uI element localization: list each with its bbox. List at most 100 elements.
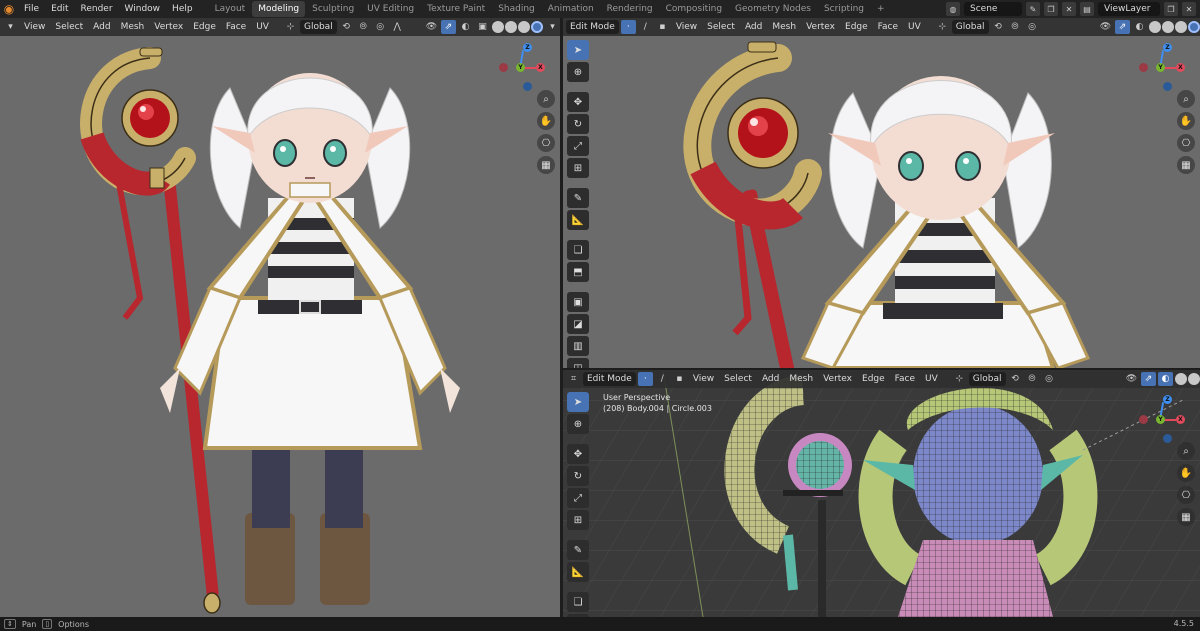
- select-box-tool-icon[interactable]: ➤: [567, 40, 589, 60]
- overlay-icon[interactable]: ◐: [1158, 372, 1173, 386]
- gizmo-toggle-icon[interactable]: ⇗: [1115, 20, 1130, 34]
- menu-mesh[interactable]: Mesh: [117, 20, 149, 34]
- menu-face[interactable]: Face: [874, 20, 902, 34]
- measure-tool-icon[interactable]: 📐: [567, 562, 589, 582]
- tab-uv-editing[interactable]: UV Editing: [361, 1, 420, 17]
- viewport-left[interactable]: ▾ View Select Add Mesh Vertex Edge Face …: [0, 18, 560, 617]
- rendered-shading-icon[interactable]: [531, 21, 543, 33]
- gizmo-x-axis[interactable]: X: [536, 63, 545, 72]
- edge-select-icon[interactable]: /: [638, 20, 653, 34]
- select-box-tool-icon[interactable]: ➤: [567, 392, 589, 412]
- menu-select[interactable]: Select: [703, 20, 739, 34]
- pan-hand-icon[interactable]: ✋: [537, 112, 555, 130]
- solid-shading-icon[interactable]: [1162, 21, 1174, 33]
- wireframe-shading-icon[interactable]: [492, 21, 504, 33]
- rendered-shading-icon[interactable]: [1188, 21, 1200, 33]
- menu-edge[interactable]: Edge: [841, 20, 872, 34]
- menu-add[interactable]: Add: [741, 20, 766, 34]
- tab-modeling[interactable]: Modeling: [252, 1, 306, 17]
- tab-rendering[interactable]: Rendering: [601, 1, 659, 17]
- knife-tool-icon[interactable]: ◫: [567, 358, 589, 368]
- gizmo-neg-z[interactable]: [1163, 434, 1172, 443]
- visibility-icon[interactable]: 👁: [424, 20, 439, 34]
- add-workspace-button[interactable]: +: [871, 1, 891, 17]
- move-tool-icon[interactable]: ✥: [567, 444, 589, 464]
- gizmo-neg-x[interactable]: [499, 63, 508, 72]
- scale-tool-icon[interactable]: ⤢: [567, 488, 589, 508]
- edge-select-icon[interactable]: /: [655, 372, 670, 386]
- loop-cut-tool-icon[interactable]: ▥: [567, 336, 589, 356]
- pan-hand-icon[interactable]: ✋: [1177, 464, 1195, 482]
- gizmo-z-axis[interactable]: Z: [523, 43, 532, 52]
- add-cube-tool-icon[interactable]: ❏: [567, 240, 589, 260]
- proportional-edit-icon[interactable]: ◎: [373, 20, 388, 34]
- zoom-icon[interactable]: ⌕: [1177, 90, 1195, 108]
- proportional-edit-icon[interactable]: ◎: [1025, 20, 1040, 34]
- ortho-grid-icon[interactable]: ▦: [1177, 156, 1195, 174]
- tab-compositing[interactable]: Compositing: [660, 1, 728, 17]
- tab-shading[interactable]: Shading: [492, 1, 541, 17]
- extrude-tool-icon[interactable]: ⬒: [567, 614, 589, 617]
- solid-shading-icon[interactable]: [1188, 373, 1200, 385]
- pivot-icon[interactable]: ⟲: [991, 20, 1006, 34]
- transform-tool-icon[interactable]: ⊞: [567, 510, 589, 530]
- gizmo-z-axis[interactable]: Z: [1163, 395, 1172, 404]
- view-layer-selector[interactable]: ViewLayer: [1098, 2, 1160, 16]
- tab-geometry-nodes[interactable]: Geometry Nodes: [729, 1, 817, 17]
- gizmo-toggle-icon[interactable]: ⇗: [1141, 372, 1156, 386]
- scale-tool-icon[interactable]: ⤢: [567, 136, 589, 156]
- bevel-tool-icon[interactable]: ◪: [567, 314, 589, 334]
- rotate-tool-icon[interactable]: ↻: [567, 114, 589, 134]
- xray-icon[interactable]: ▣: [475, 20, 490, 34]
- gizmo-z-axis[interactable]: Z: [1163, 43, 1172, 52]
- add-cube-tool-icon[interactable]: ❏: [567, 592, 589, 612]
- menu-view[interactable]: View: [672, 20, 701, 34]
- mode-dropdown[interactable]: Edit Mode: [583, 372, 636, 386]
- menu-vertex[interactable]: Vertex: [150, 20, 187, 34]
- menu-mesh[interactable]: Mesh: [768, 20, 800, 34]
- menu-uv[interactable]: UV: [904, 20, 925, 34]
- proportional-edit-icon[interactable]: ◎: [1042, 372, 1057, 386]
- menu-edge[interactable]: Edge: [858, 372, 889, 386]
- navigation-gizmo[interactable]: Y X Z: [1138, 40, 1194, 96]
- inset-tool-icon[interactable]: ▣: [567, 292, 589, 312]
- tab-texture-paint[interactable]: Texture Paint: [421, 1, 491, 17]
- gizmo-toggle-icon[interactable]: ⇗: [441, 20, 456, 34]
- face-select-icon[interactable]: ▪: [655, 20, 670, 34]
- gizmo-neg-z[interactable]: [1163, 82, 1172, 91]
- visibility-icon[interactable]: 👁: [1098, 20, 1113, 34]
- orientation-dropdown[interactable]: Global: [968, 372, 1006, 386]
- overlay-icon[interactable]: ◐: [458, 20, 473, 34]
- camera-icon[interactable]: ⎔: [1177, 134, 1195, 152]
- menu-edit[interactable]: Edit: [45, 0, 74, 18]
- material-shading-icon[interactable]: [1175, 21, 1187, 33]
- menu-edge[interactable]: Edge: [189, 20, 220, 34]
- zoom-icon[interactable]: ⌕: [537, 90, 555, 108]
- menu-vertex[interactable]: Vertex: [819, 372, 856, 386]
- extrude-tool-icon[interactable]: ⬒: [567, 262, 589, 282]
- scene-selector[interactable]: Scene: [964, 2, 1022, 16]
- move-tool-icon[interactable]: ✥: [567, 92, 589, 112]
- tab-layout[interactable]: Layout: [209, 1, 252, 17]
- menu-mesh[interactable]: Mesh: [785, 372, 817, 386]
- snap-icon[interactable]: ⦾: [1025, 372, 1040, 386]
- transform-tool-icon[interactable]: ⊞: [567, 158, 589, 178]
- shading-options-icon[interactable]: ▾: [545, 20, 560, 34]
- view-layer-icon[interactable]: ▤: [1080, 2, 1094, 16]
- menu-help[interactable]: Help: [166, 0, 199, 18]
- annotate-tool-icon[interactable]: ✎: [567, 540, 589, 560]
- snap-icon[interactable]: ⦾: [356, 20, 371, 34]
- wireframe-shading-icon[interactable]: [1149, 21, 1161, 33]
- pan-hand-icon[interactable]: ✋: [1177, 112, 1195, 130]
- gizmo-y-axis[interactable]: Y: [1156, 415, 1165, 424]
- gizmo-y-axis[interactable]: Y: [1156, 63, 1165, 72]
- new-view-layer-icon[interactable]: ❐: [1164, 2, 1178, 16]
- snap-icon[interactable]: ⦾: [1008, 20, 1023, 34]
- menu-uv[interactable]: UV: [252, 20, 273, 34]
- navigation-gizmo[interactable]: Y X Z: [498, 40, 554, 96]
- scene-icon[interactable]: ◍: [946, 2, 960, 16]
- menu-uv[interactable]: UV: [921, 372, 942, 386]
- menu-select[interactable]: Select: [51, 20, 87, 34]
- transform-orientation-icon[interactable]: ⊹: [935, 20, 950, 34]
- menu-add[interactable]: Add: [758, 372, 783, 386]
